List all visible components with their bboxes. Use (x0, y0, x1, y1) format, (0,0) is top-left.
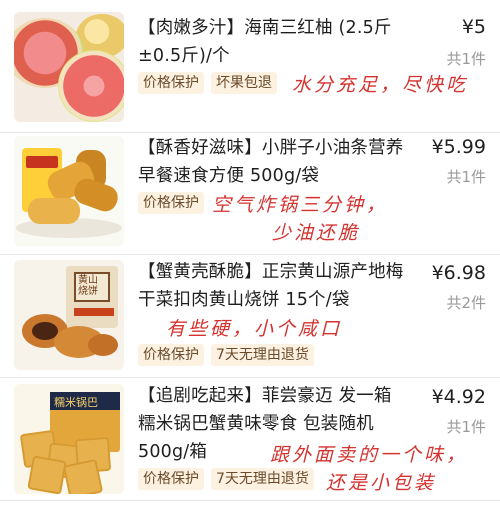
divider (0, 132, 500, 133)
handwritten-note: 少油还脆 (272, 222, 361, 244)
youtiao-image[interactable] (14, 136, 124, 246)
handwritten-note: 有些硬，小个咸口 (166, 318, 343, 340)
tag-price-protection: 价格保护 (138, 192, 204, 214)
tag-7day-return: 7天无理由退货 (211, 468, 314, 490)
product-price: ¥4.92 (431, 386, 486, 408)
tag-list: 价格保护 7天无理由退货 (138, 344, 314, 366)
shaobing-image[interactable]: 黄山烧饼 (14, 260, 124, 370)
divider (0, 500, 500, 501)
order-item[interactable]: 【酥香好滋味】小胖子小油条营养早餐速食方便 500g/袋 ¥5.99 共1件 价… (0, 136, 500, 250)
handwritten-note: 跟外面卖的一个味， (270, 444, 469, 466)
tag-bad-fruit-refund: 坏果包退 (211, 72, 277, 94)
handwritten-note: 空气炸锅三分钟， (212, 194, 389, 216)
product-quantity: 共1件 (446, 50, 486, 68)
product-title[interactable]: 【酥香好滋味】小胖子小油条营养早餐速食方便 500g/袋 (138, 134, 410, 190)
order-list: 【肉嫩多汁】海南三红柚 (2.5斤±0.5斤)/个 ¥5 共1件 价格保护 坏果… (0, 0, 500, 507)
tag-7day-return: 7天无理由退货 (211, 344, 314, 366)
order-item[interactable]: 糯米锅巴 【追剧吃起来】菲尝豪迈 发一箱 糯米锅巴蟹黄味零食 包装随机 500g… (0, 384, 500, 496)
order-item[interactable]: 黄山烧饼 【蟹黄壳酥脆】正宗黄山源产地梅干菜扣肉黄山烧饼 15个/袋 ¥6.98… (0, 260, 500, 372)
pomelo-image[interactable] (14, 12, 124, 122)
product-price: ¥6.98 (431, 262, 486, 284)
tag-list: 价格保护 7天无理由退货 (138, 468, 314, 490)
product-title[interactable]: 【蟹黄壳酥脆】正宗黄山源产地梅干菜扣肉黄山烧饼 15个/袋 (138, 258, 410, 314)
package-label: 黄山烧饼 (78, 275, 98, 297)
divider (0, 377, 500, 378)
divider (0, 254, 500, 255)
tag-list: 价格保护 (138, 192, 204, 214)
product-price: ¥5 (461, 16, 486, 38)
handwritten-note: 还是小包装 (326, 472, 437, 494)
cracker-image[interactable]: 糯米锅巴 (14, 384, 124, 494)
product-price: ¥5.99 (431, 136, 486, 158)
tag-price-protection: 价格保护 (138, 344, 204, 366)
product-title[interactable]: 【肉嫩多汁】海南三红柚 (2.5斤±0.5斤)/个 (138, 14, 410, 70)
tag-list: 价格保护 坏果包退 (138, 72, 277, 94)
product-quantity: 共2件 (446, 294, 486, 312)
order-item[interactable]: 【肉嫩多汁】海南三红柚 (2.5斤±0.5斤)/个 ¥5 共1件 价格保护 坏果… (0, 12, 500, 124)
product-quantity: 共1件 (446, 168, 486, 186)
package-label: 糯米锅巴 (54, 396, 98, 409)
tag-price-protection: 价格保护 (138, 72, 204, 94)
handwritten-note: 水分充足，尽快吃 (292, 74, 469, 96)
tag-price-protection: 价格保护 (138, 468, 204, 490)
product-quantity: 共1件 (446, 418, 486, 436)
